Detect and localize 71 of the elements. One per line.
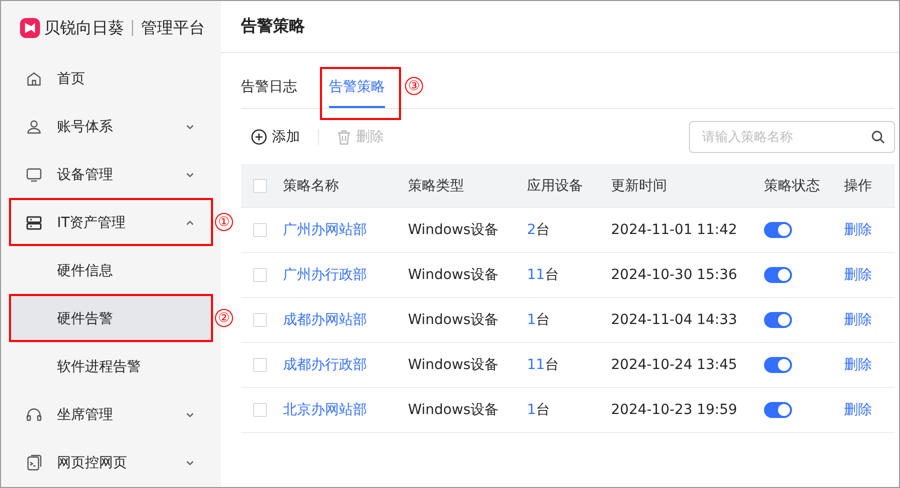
server-icon bbox=[25, 214, 43, 232]
table-cell-text: 2024-11-04 14:33 bbox=[611, 312, 738, 328]
column-header: 操作 bbox=[844, 176, 873, 194]
table-cell-text: Windows设备 bbox=[408, 311, 500, 329]
table-cell-text: 2024-10-24 13:45 bbox=[611, 357, 738, 373]
device-count: 11台 bbox=[527, 356, 560, 374]
terminal-icon bbox=[25, 454, 43, 472]
callout-number: ③ bbox=[405, 77, 423, 95]
monitor-icon bbox=[25, 166, 43, 184]
sidebar-item[interactable]: 账号体系 bbox=[9, 103, 213, 151]
delete-link[interactable]: 删除 bbox=[844, 267, 872, 283]
table-cell-text: Windows设备 bbox=[408, 266, 500, 284]
column-header: 应用设备 bbox=[527, 176, 584, 194]
sidebar-item[interactable]: 网页控网页 bbox=[9, 439, 213, 487]
device-count: 1台 bbox=[527, 401, 551, 419]
policy-name-link[interactable]: 广州办网站部 bbox=[283, 221, 408, 239]
callout-number: ① bbox=[215, 213, 233, 231]
device-count: 2台 bbox=[527, 221, 551, 239]
table-cell-text: 2024-10-23 19:59 bbox=[611, 402, 738, 418]
table-cell-text: Windows设备 bbox=[408, 401, 500, 419]
status-toggle[interactable] bbox=[764, 267, 792, 283]
delete-link[interactable]: 删除 bbox=[844, 402, 872, 418]
status-toggle[interactable] bbox=[764, 222, 792, 238]
delete-link[interactable]: 删除 bbox=[844, 222, 872, 238]
delete-link[interactable]: 删除 bbox=[844, 312, 872, 328]
device-count: 11台 bbox=[527, 266, 560, 284]
user-icon bbox=[25, 118, 43, 136]
policy-name-link[interactable]: 广州办行政部 bbox=[283, 266, 408, 284]
delete-link[interactable]: 删除 bbox=[844, 357, 872, 373]
sidebar-subitem[interactable]: 硬件信息 bbox=[9, 247, 213, 295]
policy-name-link[interactable]: 成都办行政部 bbox=[283, 356, 408, 374]
column-header: 更新时间 bbox=[611, 176, 668, 194]
checkbox[interactable] bbox=[253, 223, 267, 237]
search-field[interactable]: 请输入策略名称 bbox=[689, 121, 895, 153]
column-header: 策略名称 bbox=[283, 176, 340, 194]
checkbox[interactable] bbox=[253, 268, 267, 282]
checkbox[interactable] bbox=[253, 178, 267, 192]
home-icon bbox=[25, 70, 43, 88]
table-cell-text: Windows设备 bbox=[408, 356, 500, 374]
sidebar-item[interactable]: IT资产管理 bbox=[9, 199, 213, 247]
tab[interactable]: 告警策略 bbox=[329, 78, 385, 108]
status-toggle[interactable] bbox=[764, 357, 792, 373]
tab[interactable]: 告警日志 bbox=[241, 78, 297, 108]
search-icon[interactable] bbox=[871, 130, 885, 144]
policy-name-link[interactable]: 成都办网站部 bbox=[283, 311, 408, 329]
checkbox[interactable] bbox=[253, 313, 267, 327]
column-header: 策略类型 bbox=[408, 176, 465, 194]
trash-icon bbox=[337, 130, 351, 144]
callout-number: ② bbox=[215, 309, 233, 327]
headset-icon bbox=[25, 406, 43, 424]
device-count: 1台 bbox=[527, 311, 551, 329]
table-cell-text: 2024-10-30 15:36 bbox=[611, 267, 738, 283]
table-cell-text: Windows设备 bbox=[408, 221, 500, 239]
sidebar-item[interactable]: 坐席管理 bbox=[9, 391, 213, 439]
sidebar-subitem[interactable]: 软件进程告警 bbox=[9, 343, 213, 391]
plus-circle-icon bbox=[251, 129, 267, 145]
sidebar-subitem[interactable]: 硬件告警 bbox=[9, 295, 213, 343]
page-title: 告警策略 bbox=[241, 16, 305, 37]
brand-product: 管理平台 bbox=[141, 18, 205, 38]
checkbox[interactable] bbox=[253, 358, 267, 372]
status-toggle[interactable] bbox=[764, 312, 792, 328]
policy-name-link[interactable]: 北京办网站部 bbox=[283, 401, 408, 419]
status-toggle[interactable] bbox=[764, 402, 792, 418]
logo-icon bbox=[20, 18, 40, 38]
checkbox[interactable] bbox=[253, 403, 267, 417]
add-button[interactable]: 添加 bbox=[241, 128, 310, 146]
brand-name: 贝锐向日葵 bbox=[44, 18, 124, 38]
sidebar-item[interactable]: 首页 bbox=[9, 55, 213, 103]
column-header: 策略状态 bbox=[764, 176, 821, 194]
sidebar-item[interactable]: 设备管理 bbox=[9, 151, 213, 199]
table-cell-text: 2024-11-01 11:42 bbox=[611, 222, 738, 238]
